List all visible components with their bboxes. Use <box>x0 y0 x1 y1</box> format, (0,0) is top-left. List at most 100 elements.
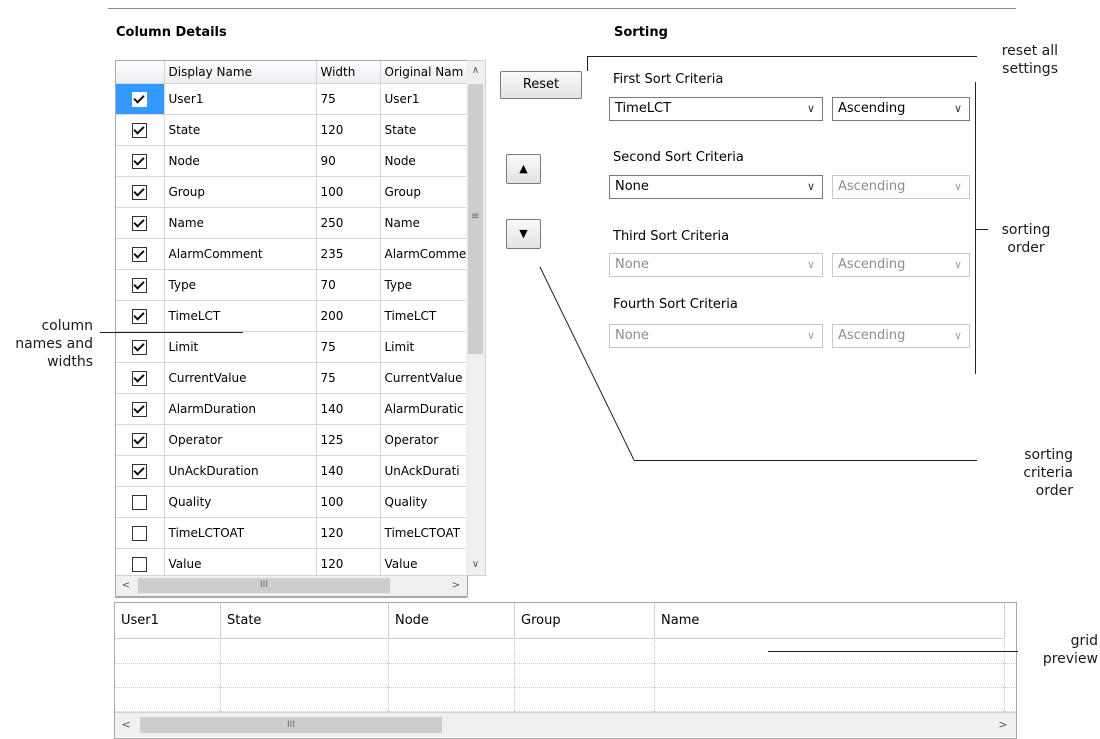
width-cell[interactable]: 235 <box>316 238 381 270</box>
column-grid-horizontal-scrollbar[interactable]: < III > <box>115 575 468 597</box>
row-checkbox-cell[interactable] <box>116 362 165 394</box>
row-checkbox-cell[interactable] <box>116 393 165 425</box>
row-checkbox[interactable] <box>132 432 148 448</box>
scroll-right-icon[interactable]: > <box>992 713 1014 737</box>
width-cell[interactable]: 100 <box>316 176 381 208</box>
row-checkbox[interactable] <box>132 215 148 231</box>
display-name-cell[interactable]: Operator <box>164 424 317 456</box>
display-name-cell[interactable]: CurrentValue <box>164 362 317 394</box>
display-name-cell[interactable]: Quality <box>164 486 317 518</box>
row-checkbox-cell[interactable] <box>116 517 165 549</box>
display-name-cell[interactable]: UnAckDuration <box>164 455 317 487</box>
preview-header-node[interactable]: Node <box>389 603 515 639</box>
preview-header-name[interactable]: Name <box>655 603 1005 639</box>
table-row[interactable]: CurrentValue 75 CurrentValue <box>116 362 466 394</box>
preview-header-group[interactable]: Group <box>515 603 655 639</box>
table-row[interactable]: Type 70 Type <box>116 269 466 301</box>
row-checkbox[interactable] <box>132 277 148 293</box>
scrollbar-thumb[interactable]: III <box>140 717 442 733</box>
row-checkbox-cell[interactable] <box>116 176 165 208</box>
reset-button[interactable]: Reset <box>500 71 582 99</box>
width-cell[interactable]: 200 <box>316 300 381 332</box>
table-row[interactable]: Node 90 Node <box>116 145 466 177</box>
display-name-cell[interactable]: TimeLCT <box>164 300 317 332</box>
row-checkbox[interactable] <box>132 370 148 386</box>
row-checkbox-cell[interactable] <box>116 114 165 146</box>
table-row[interactable]: Operator 125 Operator <box>116 424 466 456</box>
display-name-cell[interactable]: Name <box>164 207 317 239</box>
preview-header-state[interactable]: State <box>221 603 389 639</box>
table-row[interactable]: TimeLCT 200 TimeLCT <box>116 300 466 332</box>
scrollbar-thumb[interactable]: III <box>138 578 390 593</box>
display-name-cell[interactable]: Group <box>164 176 317 208</box>
preview-header-user1[interactable]: User1 <box>115 603 221 639</box>
row-checkbox[interactable] <box>132 556 148 572</box>
table-row[interactable]: Quality 100 Quality <box>116 486 466 518</box>
row-checkbox[interactable] <box>132 401 148 417</box>
width-cell[interactable]: 140 <box>316 393 381 425</box>
row-checkbox[interactable] <box>132 184 148 200</box>
row-checkbox-cell[interactable] <box>116 207 165 239</box>
row-checkbox[interactable] <box>132 525 148 541</box>
row-checkbox-cell[interactable] <box>116 486 165 518</box>
grid-preview[interactable]: User1 State Node Group Name < III > <box>114 602 1017 739</box>
width-cell[interactable]: 75 <box>316 362 381 394</box>
row-checkbox-cell[interactable] <box>116 424 165 456</box>
width-cell[interactable]: 100 <box>316 486 381 518</box>
header-original-name[interactable]: Original Nam <box>380 61 466 84</box>
row-checkbox-cell[interactable] <box>116 300 165 332</box>
display-name-cell[interactable]: TimeLCTOAT <box>164 517 317 549</box>
row-checkbox-cell[interactable] <box>116 145 165 177</box>
table-row[interactable]: Name 250 Name <box>116 207 466 239</box>
display-name-cell[interactable]: Node <box>164 145 317 177</box>
row-checkbox[interactable] <box>132 122 148 138</box>
width-cell[interactable]: 90 <box>316 145 381 177</box>
display-name-cell[interactable]: Limit <box>164 331 317 363</box>
scroll-down-icon[interactable]: ∨ <box>466 555 485 575</box>
row-checkbox[interactable] <box>132 339 148 355</box>
width-cell[interactable]: 70 <box>316 269 381 301</box>
display-name-cell[interactable]: AlarmDuration <box>164 393 317 425</box>
row-checkbox[interactable] <box>132 91 148 107</box>
scroll-left-icon[interactable]: < <box>115 713 137 737</box>
header-width[interactable]: Width <box>316 61 381 84</box>
row-checkbox[interactable] <box>132 463 148 479</box>
scroll-right-icon[interactable]: > <box>446 576 466 596</box>
row-checkbox-cell[interactable] <box>116 331 165 363</box>
table-row[interactable]: Group 100 Group <box>116 176 466 208</box>
width-cell[interactable]: 120 <box>316 114 381 146</box>
column-grid-vertical-scrollbar[interactable]: ∧ ≡ ∨ <box>466 60 486 576</box>
display-name-cell[interactable]: Type <box>164 269 317 301</box>
display-name-cell[interactable]: AlarmComment <box>164 238 317 270</box>
row-checkbox[interactable] <box>132 308 148 324</box>
width-cell[interactable]: 75 <box>316 331 381 363</box>
row-checkbox[interactable] <box>132 494 148 510</box>
move-down-button[interactable]: ▼ <box>506 219 541 249</box>
row-checkbox-cell[interactable] <box>116 269 165 301</box>
display-name-cell[interactable]: User1 <box>164 83 317 115</box>
table-row[interactable]: UnAckDuration 140 UnAckDurati <box>116 455 466 487</box>
header-checkbox-column[interactable] <box>116 61 165 84</box>
row-checkbox-cell[interactable] <box>116 455 165 487</box>
first-sort-order-select[interactable]: Ascending ∨ <box>832 97 970 121</box>
row-checkbox[interactable] <box>132 246 148 262</box>
table-row[interactable]: Limit 75 Limit <box>116 331 466 363</box>
scroll-up-icon[interactable]: ∧ <box>466 61 485 81</box>
preview-horizontal-scrollbar[interactable]: < III > <box>115 712 1016 737</box>
width-cell[interactable]: 120 <box>316 517 381 549</box>
table-row[interactable]: AlarmDuration 140 AlarmDuratic <box>116 393 466 425</box>
width-cell[interactable]: 75 <box>316 83 381 115</box>
width-cell[interactable]: 140 <box>316 455 381 487</box>
second-sort-field-select[interactable]: None ∨ <box>609 175 823 199</box>
column-details-grid[interactable]: Display Name Width Original Nam User1 75… <box>115 60 467 598</box>
table-row[interactable]: TimeLCTOAT 120 TimeLCTOAT <box>116 517 466 549</box>
display-name-cell[interactable]: State <box>164 114 317 146</box>
first-sort-field-select[interactable]: TimeLCT ∨ <box>609 97 823 121</box>
move-up-button[interactable]: ▲ <box>506 154 541 184</box>
row-checkbox[interactable] <box>132 153 148 169</box>
width-cell[interactable]: 250 <box>316 207 381 239</box>
table-row[interactable]: User1 75 User1 <box>116 83 466 115</box>
row-checkbox-cell[interactable] <box>116 83 165 115</box>
header-display-name[interactable]: Display Name <box>164 61 317 84</box>
table-row[interactable]: AlarmComment 235 AlarmComme <box>116 238 466 270</box>
